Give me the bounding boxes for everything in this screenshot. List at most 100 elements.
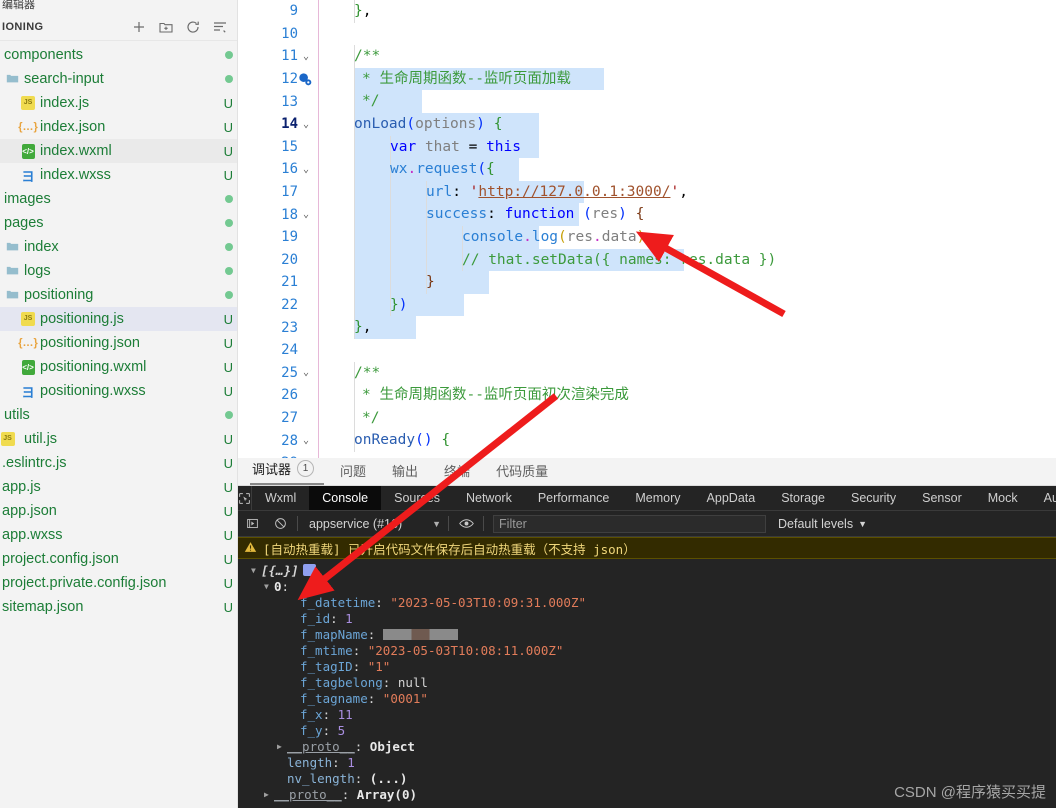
file-tree-item[interactable]: ヨ index.wxss U [0, 163, 237, 187]
code-line[interactable]: onLoad(options) { [318, 112, 1056, 136]
code-line[interactable]: }, [318, 0, 1056, 23]
panel-tab[interactable]: 输出 [390, 461, 428, 485]
gutter-line[interactable]: 19 [238, 226, 318, 249]
file-tree-item[interactable]: project.config.json U [0, 547, 237, 571]
devtools-tab[interactable]: Console [309, 486, 382, 510]
collapse-triangle-icon[interactable]: ▶ [277, 742, 287, 751]
info-badge-icon[interactable] [302, 564, 316, 576]
console-warning-row[interactable]: [自动热重载] 已开启代码文件保存后自动热重载（不支持 json） [238, 537, 1056, 559]
code-line[interactable]: onReady() { [318, 429, 1056, 452]
console-output-row[interactable]: ▼ [{…}] [238, 562, 1056, 578]
console-output[interactable]: ▼ [{…}] ▼ 0: f_datetime: "2023-05-03T10:09:3… [238, 559, 1056, 808]
panel-tab[interactable]: 代码质量 [494, 461, 558, 485]
gutter-line[interactable]: 24 [238, 339, 318, 362]
code-line[interactable]: // that.setData({ names: res.data }) [318, 248, 1056, 272]
chevron-down-icon[interactable]: ⌄ [298, 435, 314, 446]
devtools-tab[interactable]: AppData [694, 486, 769, 510]
file-tree-item[interactable]: utils [0, 403, 237, 427]
devtools-tab[interactable]: Aud [1031, 486, 1056, 510]
file-tree[interactable]: components search-input JS index.js U {…} inde… [0, 41, 237, 808]
devtools-tab[interactable]: Sources [381, 486, 453, 510]
gutter-line[interactable]: 15 [238, 136, 318, 159]
expand-triangle-icon[interactable]: ▼ [264, 582, 274, 591]
file-tree-item[interactable]: project.private.config.json U [0, 571, 237, 595]
code-line[interactable] [318, 339, 1056, 362]
code-editor[interactable]: 9 10 11 ⌄ 12 13 14 ⌄ 15 16 ⌄ 17 18 ⌄ 19 20 21 22 23 24 25 ⌄ 26… [238, 0, 1056, 458]
file-tree-item[interactable]: ヨ positioning.wxss U [0, 379, 237, 403]
console-output-row[interactable]: f_tagname: "0001" [238, 690, 1056, 706]
console-output-row[interactable]: length: 1 [238, 754, 1056, 770]
clear-console-icon[interactable] [266, 511, 294, 537]
console-output-row[interactable]: f_mtime: "2023-05-03T10:08:11.000Z" [238, 642, 1056, 658]
debug-breakpoint-icon[interactable] [298, 72, 313, 87]
new-file-icon[interactable] [131, 19, 147, 35]
code-line[interactable]: var that = this [318, 135, 1056, 159]
panel-tabs[interactable]: 调试器 1 问题 输出 终端 代码质量 [238, 458, 1056, 486]
new-folder-icon[interactable] [158, 19, 174, 35]
code-line[interactable]: /** [318, 45, 1056, 68]
gutter-line[interactable]: 26 [238, 384, 318, 407]
gutter-line[interactable]: 27 [238, 407, 318, 430]
file-tree-item[interactable]: images [0, 187, 237, 211]
devtools-tab[interactable]: Network [453, 486, 525, 510]
file-tree-item[interactable]: app.json U [0, 499, 237, 523]
file-tree-item[interactable]: JS util.js U [0, 427, 237, 451]
gutter-line[interactable]: 23 [238, 316, 318, 339]
console-output-row[interactable]: f_datetime: "2023-05-03T10:09:31.000Z" [238, 594, 1056, 610]
file-tree-item[interactable]: search-input [0, 67, 237, 91]
file-tree-item[interactable]: .eslintrc.js U [0, 451, 237, 475]
code-line[interactable]: success: function (res) { [318, 203, 1056, 226]
gutter-line[interactable]: 28 ⌄ [238, 429, 318, 452]
chevron-down-icon[interactable]: ▼ [432, 519, 441, 529]
gutter-line[interactable]: 17 [238, 181, 318, 204]
code-line[interactable]: wx.request({ [318, 158, 1056, 181]
code-line[interactable]: */ [318, 406, 1056, 430]
code-line[interactable]: } [318, 271, 1056, 294]
console-filter-input[interactable]: Filter [493, 514, 767, 533]
panel-tab[interactable]: 调试器 1 [250, 459, 325, 485]
code-line[interactable] [318, 23, 1056, 46]
devtools-tab[interactable]: Security [838, 486, 909, 510]
devtools-tabs[interactable]: Wxml Console Sources Network Performance Memo… [238, 486, 1056, 511]
gutter-line[interactable]: 20 [238, 249, 318, 272]
console-output-row[interactable]: f_tagbelong: null [238, 674, 1056, 690]
file-tree-item[interactable]: index [0, 235, 237, 259]
file-tree-item[interactable]: logs [0, 259, 237, 283]
devtools-tab[interactable]: Performance [525, 486, 623, 510]
file-tree-item[interactable]: {…} index.json U [0, 115, 237, 139]
expand-triangle-icon[interactable]: ▼ [251, 566, 261, 575]
collapse-all-icon[interactable] [212, 19, 228, 35]
gutter-line[interactable]: 21 [238, 271, 318, 294]
code-line[interactable]: */ [318, 90, 1056, 113]
panel-tab[interactable]: 终端 [442, 461, 480, 485]
file-tree-item[interactable]: app.js U [0, 475, 237, 499]
code-line[interactable] [318, 452, 1056, 458]
execute-icon[interactable] [238, 511, 266, 537]
gutter-line[interactable]: 13 [238, 90, 318, 113]
code-line[interactable]: /** [318, 361, 1056, 385]
file-tree-item[interactable]: positioning [0, 283, 237, 307]
log-levels-selector[interactable]: Default levels ▼ [778, 517, 867, 531]
code-line[interactable]: url: 'http://127.0.0.1:3000/', [318, 180, 1056, 204]
chevron-down-icon[interactable]: ⌄ [298, 119, 314, 130]
editor-code-lines[interactable]: },/** * 生命周期函数--监听页面加载 */onLoad(options) {… [318, 0, 1056, 458]
devtools-tab[interactable]: Sensor [909, 486, 975, 510]
code-line[interactable]: * 生命周期函数--监听页面初次渲染完成 [318, 384, 1056, 407]
console-toolbar[interactable]: appservice (#16) ▼ Filter Default levels… [238, 511, 1056, 537]
chevron-down-icon[interactable]: ⌄ [298, 51, 314, 62]
chevron-down-icon[interactable]: ⌄ [298, 209, 314, 220]
gutter-line[interactable]: 9 [238, 0, 318, 23]
devtools-tab[interactable]: Memory [622, 486, 693, 510]
file-tree-item[interactable]: components [0, 43, 237, 67]
panel-tab[interactable]: 问题 [338, 461, 376, 485]
eye-icon[interactable] [452, 511, 480, 537]
console-output-row[interactable]: f_mapName: [238, 626, 1056, 642]
code-line[interactable]: }, [318, 316, 1056, 339]
file-tree-item[interactable]: JS positioning.js U [0, 307, 237, 331]
console-output-row[interactable]: f_y: 5 [238, 722, 1056, 738]
gutter-line[interactable]: 18 ⌄ [238, 203, 318, 226]
devtools-tab[interactable]: Wxml [252, 486, 309, 510]
console-output-row[interactable]: ▶ __proto__: Object [238, 738, 1056, 754]
devtools-tab[interactable]: Storage [768, 486, 838, 510]
gutter-line[interactable]: 22 [238, 294, 318, 317]
